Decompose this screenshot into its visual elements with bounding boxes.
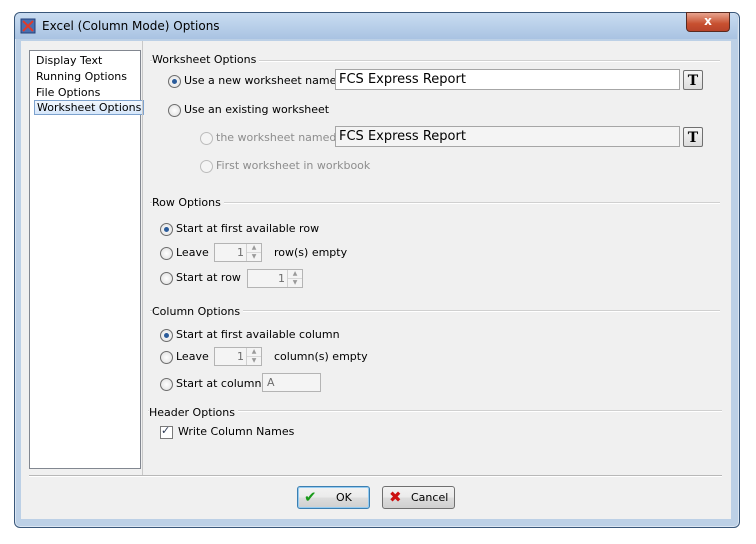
row-leave-value: 1 [237, 246, 244, 259]
col-first-available-label: Start at first available column [176, 328, 340, 341]
worksheet-named-radio[interactable] [200, 132, 213, 145]
worksheet-named-label: the worksheet named [216, 131, 337, 144]
spin-up-icon[interactable]: ▲ [247, 348, 261, 357]
col-leave-value: 1 [237, 350, 244, 363]
row-leave-suffix: row(s) empty [274, 246, 348, 259]
window-title: Excel (Column Mode) Options [42, 19, 220, 33]
ok-button[interactable]: ✔ OK [297, 486, 370, 509]
row-leave-label: Leave [176, 246, 209, 259]
row-start-at-label: Start at row [176, 271, 241, 284]
first-worksheet-label: First worksheet in workbook [216, 159, 371, 172]
existing-worksheet-radio[interactable] [168, 104, 181, 117]
spin-down-icon[interactable]: ▼ [247, 357, 261, 365]
col-leave-stepper[interactable]: 1 ▲ ▼ [214, 347, 262, 366]
insert-token-button[interactable]: T [683, 70, 703, 90]
row-start-value: 1 [278, 272, 285, 285]
footer-divider [29, 475, 722, 477]
panel-divider [142, 41, 143, 475]
x-icon: ✖ [389, 488, 402, 506]
new-worksheet-radio[interactable] [168, 75, 181, 88]
row-leave-radio[interactable] [160, 247, 173, 260]
row-first-available-radio[interactable] [160, 223, 173, 236]
new-worksheet-name-input[interactable]: FCS Express Report [335, 69, 680, 90]
spin-down-icon[interactable]: ▼ [247, 253, 261, 261]
row-options-rule [150, 202, 720, 204]
row-first-available-label: Start at first available row [176, 222, 320, 235]
col-start-at-label: Start at column [176, 377, 262, 390]
spin-up-icon[interactable]: ▲ [247, 244, 261, 253]
header-options-heading: Header Options [149, 406, 238, 419]
nav-item-display-text[interactable]: Display Text [36, 54, 102, 67]
col-first-available-radio[interactable] [160, 329, 173, 342]
existing-worksheet-label: Use an existing worksheet [184, 103, 330, 116]
row-options-heading: Row Options [152, 196, 224, 209]
column-options-heading: Column Options [152, 305, 244, 318]
worksheet-options-heading: Worksheet Options [152, 53, 260, 66]
spin-down-icon[interactable]: ▼ [288, 279, 302, 287]
nav-item-running-options[interactable]: Running Options [36, 70, 127, 83]
insert-token-button-2[interactable]: T [683, 127, 703, 147]
check-icon: ✔ [304, 488, 317, 506]
first-worksheet-radio[interactable] [200, 160, 213, 173]
spin-up-icon[interactable]: ▲ [288, 270, 302, 279]
col-leave-radio[interactable] [160, 351, 173, 364]
existing-worksheet-name-input[interactable]: FCS Express Report [335, 126, 680, 147]
cancel-button[interactable]: ✖ Cancel [382, 486, 455, 509]
col-leave-spin-buttons[interactable]: ▲ ▼ [246, 348, 261, 365]
row-start-at-radio[interactable] [160, 272, 173, 285]
options-nav-list[interactable]: Display Text Running Options File Option… [29, 50, 145, 469]
row-leave-spin-buttons[interactable]: ▲ ▼ [246, 244, 261, 261]
row-start-spin-buttons[interactable]: ▲ ▼ [287, 270, 302, 287]
new-worksheet-label: Use a new worksheet named: [184, 74, 348, 87]
write-column-names-label: Write Column Names [178, 425, 295, 438]
nav-item-worksheet-options[interactable]: Worksheet Options [34, 100, 145, 115]
close-button[interactable]: x [686, 12, 730, 32]
cancel-button-label: Cancel [411, 491, 449, 504]
col-leave-label: Leave [176, 350, 209, 363]
write-column-names-checkbox[interactable] [160, 424, 173, 439]
row-start-stepper[interactable]: 1 ▲ ▼ [247, 269, 303, 288]
row-leave-stepper[interactable]: 1 ▲ ▼ [214, 243, 262, 262]
col-start-at-radio[interactable] [160, 378, 173, 391]
col-start-input[interactable]: A [262, 373, 321, 392]
col-leave-suffix: column(s) empty [274, 350, 368, 363]
nav-item-file-options[interactable]: File Options [36, 86, 100, 99]
app-icon [20, 18, 36, 34]
ok-button-label: OK [336, 491, 352, 504]
